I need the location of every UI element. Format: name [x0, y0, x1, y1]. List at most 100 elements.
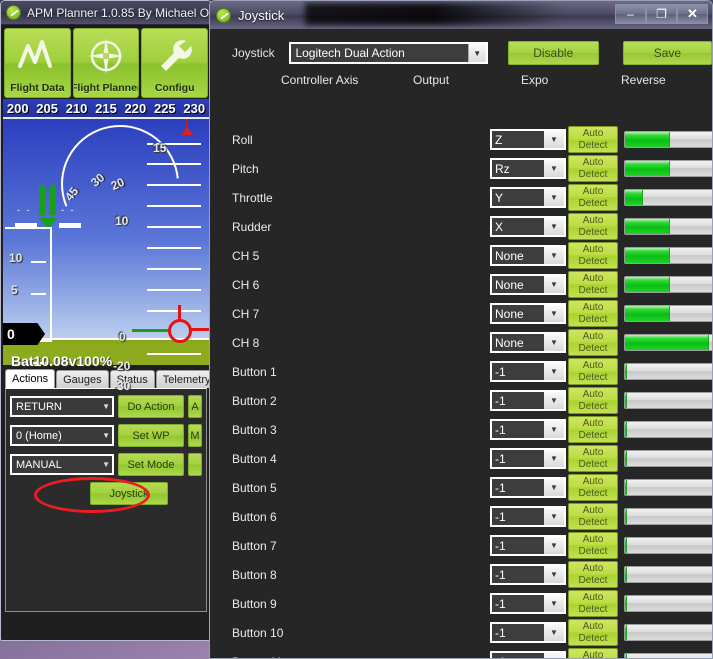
button-index-select[interactable]: -1 ▼ — [490, 535, 566, 556]
chevron-down-icon[interactable]: ▼ — [544, 363, 564, 380]
auto-detect-button[interactable]: AutoDetect — [568, 300, 618, 327]
axis-select[interactable]: None ▼ — [490, 303, 566, 324]
action-extra-button-m[interactable]: M — [188, 424, 202, 447]
auto-detect-button[interactable]: AutoDetect — [568, 416, 618, 443]
axis-select[interactable]: None ▼ — [490, 332, 566, 353]
button-index-select[interactable]: -1 ▼ — [490, 448, 566, 469]
auto-detect-button[interactable]: AutoDetect — [568, 358, 618, 385]
chevron-down-icon[interactable]: ▼ — [544, 537, 564, 554]
chevron-down-icon[interactable]: ▼ — [544, 450, 564, 467]
chevron-down-icon[interactable]: ▼ — [544, 392, 564, 409]
auto-detect-line2: Detect — [578, 429, 608, 441]
button-index-select[interactable]: -1 ▼ — [490, 622, 566, 643]
auto-detect-button[interactable]: AutoDetect — [568, 213, 618, 240]
auto-detect-button[interactable]: AutoDetect — [568, 387, 618, 414]
chevron-down-icon[interactable]: ▼ — [544, 305, 564, 322]
nav-flight-planner[interactable]: Flight Planner — [72, 28, 140, 98]
output-progress-fill — [625, 306, 670, 321]
set-mode-button[interactable]: Set Mode — [118, 453, 184, 476]
button-row: Button 2-1▼AutoDetectMANUAL▼ — [210, 386, 712, 415]
auto-detect-button[interactable]: AutoDetect — [568, 619, 618, 646]
action-extra-button-blank[interactable] — [188, 453, 202, 476]
chevron-down-icon[interactable]: ▼ — [544, 595, 564, 612]
button-index-select[interactable]: -1 ▼ — [490, 419, 566, 440]
button-row: Button 7-1▼AutoDetectMANUAL▼ — [210, 531, 712, 560]
maximize-button[interactable]: ❐ — [646, 4, 677, 24]
save-button[interactable]: Save — [622, 41, 712, 65]
auto-detect-line1: Auto — [582, 562, 604, 574]
axis-select[interactable]: None ▼ — [490, 245, 566, 266]
button-index-select[interactable]: -1 ▼ — [490, 477, 566, 498]
button-index-select[interactable]: -1 ▼ — [490, 593, 566, 614]
chevron-down-icon[interactable]: ▼ — [467, 44, 486, 62]
axis-select[interactable]: X ▼ — [490, 216, 566, 237]
chevron-down-icon[interactable]: ▼ — [544, 247, 564, 264]
auto-detect-button[interactable]: AutoDetect — [568, 329, 618, 356]
auto-detect-button[interactable]: AutoDetect — [568, 503, 618, 530]
output-progress-fill — [625, 509, 627, 524]
auto-detect-button[interactable]: AutoDetect — [568, 242, 618, 269]
tab-actions[interactable]: Actions — [5, 369, 56, 388]
auto-detect-button[interactable]: AutoDetect — [568, 532, 618, 559]
auto-detect-button[interactable]: AutoDetect — [568, 155, 618, 182]
chevron-down-icon[interactable]: ▼ — [544, 276, 564, 293]
action-row: RETURN ▼ Do Action A — [10, 395, 202, 418]
auto-detect-button[interactable]: AutoDetect — [568, 445, 618, 472]
axis-select-value: Y — [495, 190, 504, 205]
chevron-down-icon[interactable]: ▼ — [544, 479, 564, 496]
waypoint-select[interactable]: 0 (Home) ▼ — [10, 425, 114, 446]
set-wp-button[interactable]: Set WP — [118, 424, 184, 447]
button-index-select[interactable]: -1 ▼ — [490, 390, 566, 411]
button-row: Button 1-1▼AutoDetectMANUAL▼ — [210, 357, 712, 386]
close-button[interactable]: ✕ — [677, 4, 708, 24]
chevron-down-icon[interactable]: ▼ — [544, 421, 564, 438]
chevron-down-icon[interactable]: ▼ — [544, 334, 564, 351]
joystick-device-select[interactable]: Logitech Dual Action ▼ — [289, 42, 488, 64]
chevron-down-icon[interactable]: ▼ — [544, 653, 564, 658]
minimize-button[interactable]: – — [615, 4, 646, 24]
joystick-titlebar[interactable]: Joystick – ❐ ✕ — [210, 1, 712, 29]
chevron-down-icon[interactable]: ▼ — [544, 218, 564, 235]
do-action-button[interactable]: Do Action — [118, 395, 184, 418]
auto-detect-button[interactable]: AutoDetect — [568, 271, 618, 298]
output-progress-bar — [624, 566, 712, 583]
chevron-down-icon[interactable]: ▼ — [544, 566, 564, 583]
axis-select[interactable]: None ▼ — [490, 274, 566, 295]
chevron-down-icon[interactable]: ▼ — [544, 624, 564, 641]
button-index-select[interactable]: -1 ▼ — [490, 361, 566, 382]
apm-titlebar: APM Planner 1.0.85 By Michael O — [1, 1, 211, 25]
button-index-select[interactable]: -1 ▼ — [490, 651, 566, 658]
disable-button[interactable]: Disable — [507, 41, 599, 65]
auto-detect-button[interactable]: AutoDetect — [568, 126, 618, 153]
tab-gauges[interactable]: Gauges — [56, 370, 109, 388]
auto-detect-button[interactable]: AutoDetect — [568, 474, 618, 501]
axis-select-value: Rz — [495, 161, 510, 176]
auto-detect-line2: Detect — [578, 197, 608, 209]
chevron-down-icon[interactable]: ▼ — [544, 131, 564, 148]
chevron-down-icon[interactable]: ▼ — [544, 189, 564, 206]
nav-flight-data[interactable]: Flight Data — [4, 28, 71, 98]
chevron-down-icon[interactable]: ▼ — [544, 508, 564, 525]
axis-select[interactable]: Y ▼ — [490, 187, 566, 208]
auto-detect-button[interactable]: AutoDetect — [568, 590, 618, 617]
hud-display: 200 205 210 215 220 225 230 45 30 20 15 … — [3, 99, 209, 365]
axis-select-value: None — [495, 335, 524, 350]
button-index-select[interactable]: -1 ▼ — [490, 506, 566, 527]
button-index-select[interactable]: -1 ▼ — [490, 564, 566, 585]
auto-detect-line1: Auto — [582, 127, 604, 139]
nav-flight-data-label: Flight Data — [10, 82, 65, 94]
action-select-return[interactable]: RETURN ▼ — [10, 396, 114, 417]
nav-configuration[interactable]: Configu — [141, 28, 209, 98]
joystick-button-wrap: Joystick — [10, 477, 202, 513]
chevron-down-icon[interactable]: ▼ — [544, 160, 564, 177]
auto-detect-line1: Auto — [582, 301, 604, 313]
tab-telemetry[interactable]: Telemetry — [155, 370, 211, 388]
auto-detect-button[interactable]: AutoDetect — [568, 561, 618, 588]
auto-detect-button[interactable]: AutoDetect — [568, 184, 618, 211]
axis-select[interactable]: Rz ▼ — [490, 158, 566, 179]
axis-select[interactable]: Z ▼ — [490, 129, 566, 150]
auto-detect-button[interactable]: AutoDetect — [568, 648, 618, 658]
button-row-label: Button 11 — [232, 655, 282, 659]
mode-select[interactable]: MANUAL ▼ — [10, 454, 114, 475]
action-extra-button-a[interactable]: A — [188, 395, 202, 418]
